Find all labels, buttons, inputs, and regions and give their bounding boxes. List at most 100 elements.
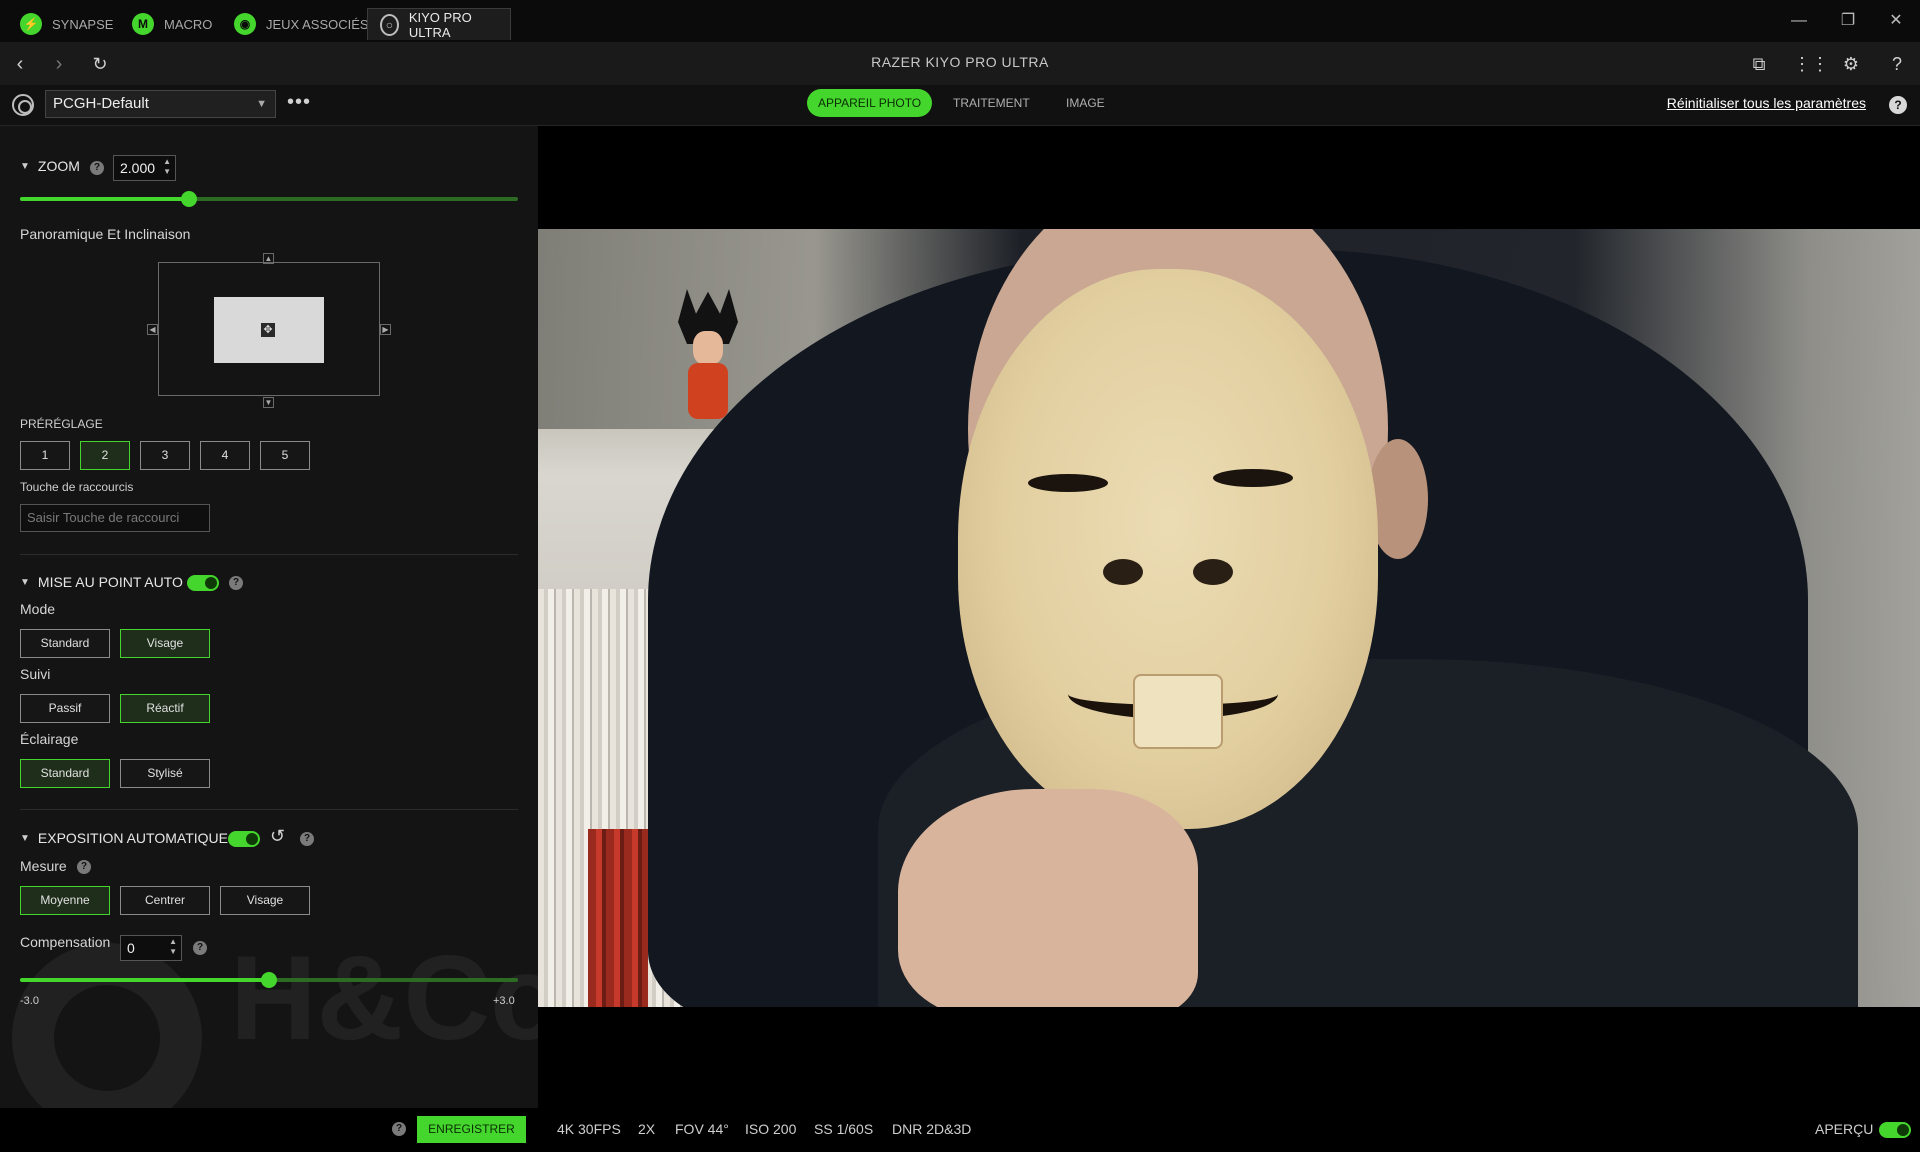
status-bar: ? ENREGISTRER 4K 30FPS 2X FOV 44° ISO 20… xyxy=(0,1108,1920,1152)
lighting-stylise-button[interactable]: Stylisé xyxy=(120,759,210,788)
watermark-logo-icon xyxy=(12,943,202,1108)
subtab-image[interactable]: IMAGE xyxy=(1055,89,1116,117)
compensation-slider-fill xyxy=(20,978,269,982)
compensation-slider-thumb[interactable] xyxy=(261,972,277,988)
metering-centrer-button[interactable]: Centrer xyxy=(120,886,210,915)
tracking-label: Suivi xyxy=(20,666,51,682)
help-icon[interactable]: ? xyxy=(1889,96,1907,114)
gear-icon[interactable]: ⚙ xyxy=(1839,52,1863,76)
preset-button-5[interactable]: 5 xyxy=(260,441,310,470)
tab-macro-label: MACRO xyxy=(164,16,213,32)
pan-tilt-label: Panoramique Et Inclinaison xyxy=(20,226,191,242)
zoom-slider[interactable] xyxy=(20,191,518,207)
stat-fov: FOV 44° xyxy=(675,1121,729,1137)
stat-iso: ISO 200 xyxy=(745,1121,797,1137)
compensation-help-icon[interactable]: ? xyxy=(193,941,207,955)
tab-macro[interactable]: M MACRO xyxy=(120,8,224,40)
refresh-icon[interactable]: ↻ xyxy=(87,51,113,77)
lighting-standard-button[interactable]: Standard xyxy=(20,759,110,788)
help-icon[interactable]: ? xyxy=(1885,52,1909,76)
save-button[interactable]: ENREGISTRER xyxy=(417,1116,526,1143)
metering-label: Mesure xyxy=(20,858,67,874)
pan-right-icon[interactable]: ▶ xyxy=(380,324,391,335)
metering-help-icon[interactable]: ? xyxy=(77,860,91,874)
camera-preview xyxy=(538,229,1920,1007)
metering-visage-button[interactable]: Visage xyxy=(220,886,310,915)
compensation-max-label: +3.0 xyxy=(493,995,515,1007)
preset-button-1[interactable]: 1 xyxy=(20,441,70,470)
chevron-down-icon: ▼ xyxy=(256,98,267,110)
preview-label: APERÇU xyxy=(1815,1121,1874,1137)
pan-down-icon[interactable]: ▼ xyxy=(263,397,274,408)
webcam-icon: ○ xyxy=(380,13,399,36)
save-help-icon[interactable]: ? xyxy=(392,1122,406,1136)
stat-resolution: 4K 30FPS xyxy=(557,1121,621,1137)
preset-button-4[interactable]: 4 xyxy=(200,441,250,470)
section-divider xyxy=(20,554,518,555)
more-options-icon[interactable]: ••• xyxy=(287,91,311,114)
autofocus-toggle[interactable] xyxy=(187,575,219,591)
move-crosshair-icon[interactable]: ✥ xyxy=(261,323,275,337)
reset-exposure-icon[interactable]: ↺ xyxy=(270,826,285,847)
pan-up-icon[interactable]: ▲ xyxy=(263,253,274,264)
subtab-appareil-photo[interactable]: APPAREIL PHOTO xyxy=(807,89,933,117)
collapse-triangle-icon: ▼ xyxy=(20,576,30,588)
tracking-reactif-button[interactable]: Réactif xyxy=(120,694,210,723)
zoom-slider-thumb[interactable] xyxy=(181,191,198,207)
watermark-text: H&Co xyxy=(230,931,538,1065)
razer-snake-icon: ⚡ xyxy=(20,13,42,35)
spinner-arrows-icon[interactable]: ▲ ▼ xyxy=(169,937,177,957)
navigation-bar: ‹ › ↻ RAZER KIYO PRO ULTRA ⧉ ⋮⋮ ⚙ ? xyxy=(0,42,1920,85)
autofocus-help-icon[interactable]: ? xyxy=(229,576,243,590)
exposure-section-header[interactable]: ▼ EXPOSITION AUTOMATIQUE xyxy=(20,830,228,846)
collapse-triangle-icon: ▼ xyxy=(20,832,30,844)
restore-button[interactable]: ❐ xyxy=(1833,9,1863,33)
hotkey-label: Touche de raccourcis xyxy=(20,480,134,494)
pan-left-icon[interactable]: ◀ xyxy=(147,324,158,335)
tab-kiyo-pro-ultra[interactable]: ○ KIYO PRO ULTRA xyxy=(367,8,511,40)
close-button[interactable]: ✕ xyxy=(1881,9,1911,33)
stat-shutter: SS 1/60S xyxy=(814,1121,874,1137)
zoom-section-header[interactable]: ▼ ZOOM xyxy=(20,158,80,174)
autofocus-section-header[interactable]: ▼ MISE AU POINT AUTO xyxy=(20,574,183,590)
autofocus-heading: MISE AU POINT AUTO xyxy=(37,574,183,590)
tracking-passif-button[interactable]: Passif xyxy=(20,694,110,723)
collapse-triangle-icon: ▼ xyxy=(20,160,30,172)
preset-button-2[interactable]: 2 xyxy=(80,441,130,470)
minimize-button[interactable]: — xyxy=(1784,9,1814,33)
preset-button-3[interactable]: 3 xyxy=(140,441,190,470)
forward-icon[interactable]: › xyxy=(46,51,72,77)
preview-toggle[interactable] xyxy=(1879,1122,1911,1138)
tab-synapse-label: SYNAPSE xyxy=(52,16,114,32)
profile-icon xyxy=(12,94,34,116)
window-switch-icon[interactable]: ⧉ xyxy=(1747,52,1771,76)
preview-hand xyxy=(898,789,1198,1007)
profile-dropdown[interactable]: PCGH-Default ▼ xyxy=(45,90,276,118)
zoom-value-input[interactable]: 2.000 ▲ ▼ xyxy=(113,155,176,181)
metering-moyenne-button[interactable]: Moyenne xyxy=(20,886,110,915)
tab-synapse[interactable]: ⚡ SYNAPSE xyxy=(8,8,125,40)
focus-mode-visage-button[interactable]: Visage xyxy=(120,629,210,658)
apps-grid-icon[interactable]: ⋮⋮ xyxy=(1793,52,1829,76)
device-toolbar: PCGH-Default ▼ ••• APPAREIL PHOTO TRAITE… xyxy=(0,85,1920,126)
section-divider xyxy=(20,809,518,810)
hotkey-placeholder: Saisir Touche de raccourci xyxy=(27,510,180,525)
pan-tilt-viewport[interactable]: ✥ xyxy=(214,297,324,363)
exposure-toggle[interactable] xyxy=(228,831,260,847)
back-icon[interactable]: ‹ xyxy=(7,51,33,77)
preview-red-books xyxy=(588,829,648,1007)
focus-mode-standard-button[interactable]: Standard xyxy=(20,629,110,658)
hotkey-input[interactable]: Saisir Touche de raccourci xyxy=(20,504,210,532)
compensation-min-label: -3.0 xyxy=(20,995,39,1007)
macro-m-icon: M xyxy=(132,13,154,35)
zoom-help-icon[interactable]: ? xyxy=(90,161,104,175)
zoom-slider-fill xyxy=(20,197,190,201)
subtab-traitement[interactable]: TRAITEMENT xyxy=(942,89,1041,117)
spinner-arrows-icon[interactable]: ▲ ▼ xyxy=(163,157,171,177)
tab-jeux-associes[interactable]: ◉ JEUX ASSOCIÉS xyxy=(222,8,381,40)
compensation-input[interactable]: 0 ▲ ▼ xyxy=(120,935,182,961)
compensation-slider[interactable] xyxy=(20,972,518,988)
zoom-heading: ZOOM xyxy=(37,158,80,174)
reset-all-settings-link[interactable]: Réinitialiser tous les paramètres xyxy=(1667,95,1866,111)
exposure-help-icon[interactable]: ? xyxy=(300,832,314,846)
